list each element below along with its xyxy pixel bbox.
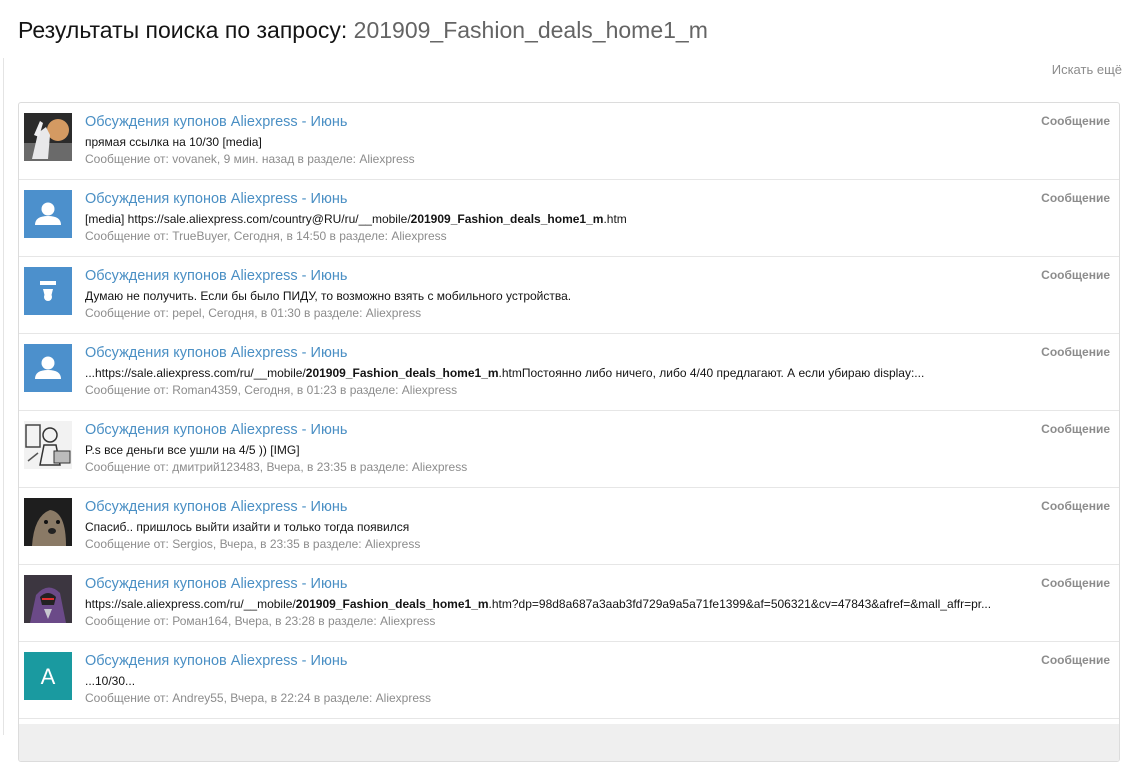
search-more-link[interactable]: Искать ещё — [1052, 62, 1122, 77]
content-type-label: Сообщение — [1041, 499, 1110, 513]
content-type-label: Сообщение — [1041, 422, 1110, 436]
letter-avatar-icon[interactable]: A — [24, 652, 72, 700]
content-type-label: Сообщение — [1041, 114, 1110, 128]
author-link[interactable]: Sergios — [172, 537, 213, 551]
result-meta: Сообщение от: Andrey55, Вчера, в 22:24 в… — [85, 691, 432, 705]
author-link[interactable]: Роман164 — [172, 614, 228, 628]
forum-link[interactable]: Aliexpress — [412, 460, 467, 474]
author-link[interactable]: Roman4359 — [172, 383, 237, 397]
default-user-icon[interactable] — [24, 190, 72, 238]
page-title: Результаты поиска по запросу: 201909_Fas… — [18, 14, 708, 46]
search-result: Обсуждения купонов Aliexpress - Июнь [me… — [19, 180, 1119, 257]
search-result: Обсуждения купонов Aliexpress - Июнь ...… — [19, 334, 1119, 411]
result-snippet: https://sale.aliexpress.com/ru/__mobile/… — [85, 597, 992, 611]
search-result: Обсуждения купонов Aliexpress - Июнь Спа… — [19, 488, 1119, 565]
result-title-link[interactable]: Обсуждения купонов Aliexpress - Июнь — [85, 422, 347, 438]
result-snippet: Думаю не получить. Если бы было ПИДУ, то… — [85, 289, 572, 303]
content-type-label: Сообщение — [1041, 191, 1110, 205]
page-left-border — [3, 58, 4, 735]
result-meta: Сообщение от: Roman4359, Сегодня, в 01:2… — [85, 383, 458, 397]
photo-hand-icon[interactable] — [24, 113, 72, 161]
result-meta: Сообщение от: pepel, Сегодня, в 01:30 в … — [85, 306, 422, 320]
forum-link[interactable]: Aliexpress — [376, 691, 431, 705]
title-prefix: Результаты поиска по запросу: — [18, 17, 354, 43]
search-results-list: Обсуждения купонов Aliexpress - Июнь пря… — [18, 102, 1120, 762]
result-snippet: [media] https://sale.aliexpress.com/coun… — [85, 212, 627, 226]
result-snippet: Спасиб.. пришлось выйти изайти и только … — [85, 520, 410, 534]
result-meta: Сообщение от: дмитрий123483, Вчера, в 23… — [85, 460, 468, 474]
result-meta: Сообщение от: Sergios, Вчера, в 23:35 в … — [85, 537, 421, 551]
result-title-link[interactable]: Обсуждения купонов Aliexpress - Июнь — [85, 268, 347, 284]
result-title-link[interactable]: Обсуждения купонов Aliexpress - Июнь — [85, 499, 347, 515]
results-footer-bar — [19, 724, 1119, 761]
search-result: Обсуждения купонов Aliexpress - Июнь Дум… — [19, 257, 1119, 334]
author-link[interactable]: vovanek — [172, 152, 217, 166]
content-type-label: Сообщение — [1041, 653, 1110, 667]
content-type-label: Сообщение — [1041, 268, 1110, 282]
author-link[interactable]: pepel — [172, 306, 201, 320]
author-link[interactable]: Andrey55 — [172, 691, 223, 705]
result-title-link[interactable]: Обсуждения купонов Aliexpress - Июнь — [85, 191, 347, 207]
search-result: Обсуждения купонов Aliexpress - Июнь P.s… — [19, 411, 1119, 488]
result-title-link[interactable]: Обсуждения купонов Aliexpress - Июнь — [85, 114, 347, 130]
search-result: A Обсуждения купонов Aliexpress - Июнь .… — [19, 642, 1119, 719]
avatar-letter: A — [41, 664, 56, 689]
result-title-link[interactable]: Обсуждения купонов Aliexpress - Июнь — [85, 576, 347, 592]
default-user-icon[interactable] — [24, 344, 72, 392]
result-title-link[interactable]: Обсуждения купонов Aliexpress - Июнь — [85, 653, 347, 669]
result-meta: Сообщение от: vovanek, 9 мин. назад в ра… — [85, 152, 415, 166]
forum-link[interactable]: Aliexpress — [380, 614, 435, 628]
content-type-label: Сообщение — [1041, 576, 1110, 590]
forum-link[interactable]: Aliexpress — [366, 306, 421, 320]
forum-link[interactable]: Aliexpress — [402, 383, 457, 397]
photo-dog-icon[interactable] — [24, 498, 72, 546]
search-query: 201909_Fashion_deals_home1_m — [353, 17, 708, 43]
content-type-label: Сообщение — [1041, 345, 1110, 359]
default-user-partial-icon[interactable] — [24, 267, 72, 315]
result-title-link[interactable]: Обсуждения купонов Aliexpress - Июнь — [85, 345, 347, 361]
result-snippet: P.s все деньги все ушли на 4/5 )) [IMG] — [85, 443, 300, 457]
forum-link[interactable]: Aliexpress — [391, 229, 446, 243]
search-result: Обсуждения купонов Aliexpress - Июнь htt… — [19, 565, 1119, 642]
photo-sketch-icon[interactable] — [24, 421, 72, 469]
author-link[interactable]: TrueBuyer — [172, 229, 227, 243]
photo-hero-icon[interactable] — [24, 575, 72, 623]
result-snippet: ...10/30... — [85, 674, 136, 688]
result-snippet: прямая ссылка на 10/30 [media] — [85, 135, 262, 149]
forum-link[interactable]: Aliexpress — [365, 537, 420, 551]
result-snippet: ...https://sale.aliexpress.com/ru/__mobi… — [85, 366, 925, 380]
author-link[interactable]: дмитрий123483 — [172, 460, 260, 474]
result-meta: Сообщение от: TrueBuyer, Сегодня, в 14:5… — [85, 229, 447, 243]
result-meta: Сообщение от: Роман164, Вчера, в 23:28 в… — [85, 614, 436, 628]
search-result: Обсуждения купонов Aliexpress - Июнь пря… — [19, 103, 1119, 180]
forum-link[interactable]: Aliexpress — [359, 152, 414, 166]
